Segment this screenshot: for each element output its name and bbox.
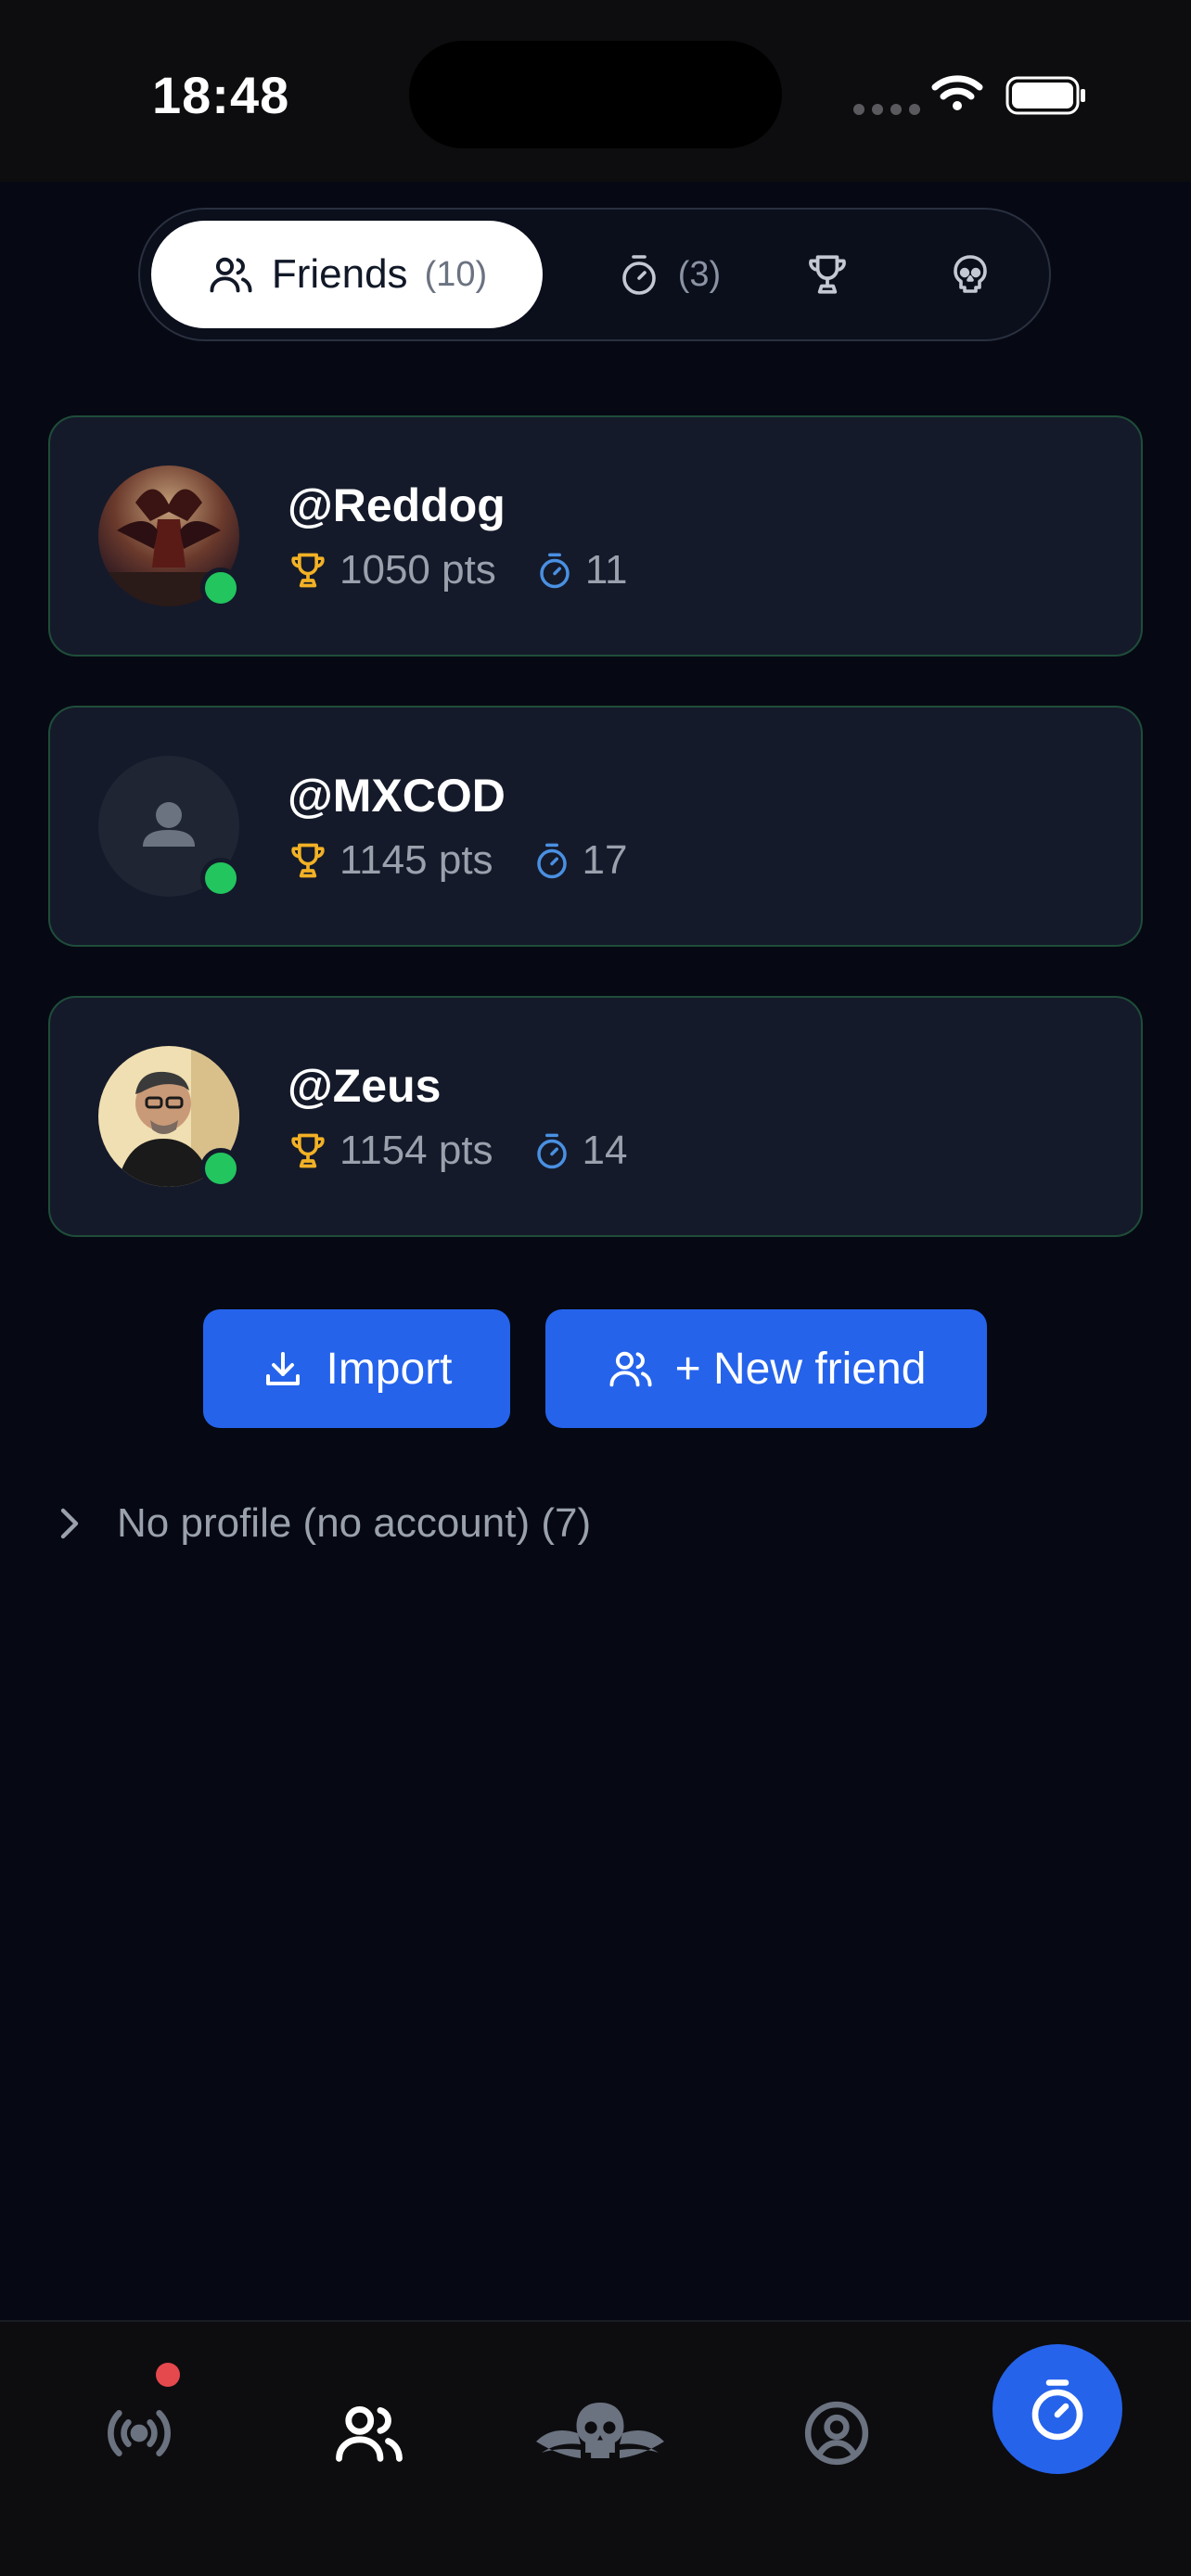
tab-profile[interactable]: [772, 2368, 902, 2498]
status-bar: 18:48: [0, 0, 1191, 182]
new-friend-button-label: + New friend: [674, 1344, 927, 1394]
online-status-dot: [200, 1148, 241, 1189]
tab-timers[interactable]: (3): [576, 221, 762, 328]
friend-username: @Reddog: [288, 479, 506, 531]
tab-friends-label: Friends: [271, 251, 408, 297]
segment-control: Friends (10) (3): [138, 208, 1051, 341]
notification-badge: [156, 2363, 180, 2387]
friend-points: 1154 pts: [339, 1128, 493, 1173]
import-button-label: Import: [326, 1344, 453, 1394]
friend-stats: 1154 pts 14: [288, 1128, 628, 1174]
online-status-dot: [200, 567, 241, 608]
chevron-right-icon: [60, 1508, 79, 1539]
skull-wings-icon: [536, 2403, 664, 2458]
skull-icon: [954, 255, 987, 293]
no-profile-toggle[interactable]: No profile (no account) (7): [56, 1500, 591, 1547]
friend-points: 1050 pts: [339, 547, 496, 593]
friend-card[interactable]: @MXCOD 1145 pts 17: [48, 706, 1143, 947]
import-button[interactable]: Import: [203, 1309, 510, 1428]
stopwatch-icon: [1031, 2379, 1083, 2441]
friends-icon: [336, 2405, 403, 2462]
download-icon: [266, 1352, 301, 1385]
tab-broadcast[interactable]: [74, 2368, 204, 2498]
friend-timer-count: 11: [584, 547, 628, 593]
tab-trophies[interactable]: [767, 221, 888, 328]
trophy-icon: [809, 255, 846, 294]
dynamic-island: [409, 41, 782, 148]
stopwatch-icon: [536, 1133, 567, 1169]
friends-icon: [609, 1351, 652, 1387]
tab-friends[interactable]: Friends (10): [151, 221, 543, 328]
battery-icon: [1005, 76, 1085, 115]
friend-username: @Zeus: [288, 1060, 442, 1112]
bottom-tab-bar: [0, 2320, 1191, 2576]
tab-skulls[interactable]: [910, 221, 1031, 328]
status-time: 18:48: [152, 66, 290, 124]
friend-username: @MXCOD: [288, 770, 506, 822]
wifi-icon: [931, 75, 983, 110]
start-timer-button[interactable]: [992, 2344, 1122, 2474]
tab-timers-count: (3): [677, 254, 722, 294]
stopwatch-icon: [540, 553, 570, 589]
friend-stats: 1050 pts 11: [288, 547, 628, 593]
tab-friends-count: (10): [424, 254, 488, 294]
cellular-signal-icon: [853, 104, 920, 115]
trophy-icon: [291, 1133, 325, 1168]
friend-stats: 1145 pts 17: [288, 837, 628, 884]
tab-skull-wings[interactable]: [531, 2368, 670, 2498]
stopwatch-icon: [536, 843, 567, 879]
stopwatch-icon: [621, 255, 656, 295]
no-profile-label: No profile (no account) (7): [117, 1500, 592, 1546]
main-content: Friends (10) (3) @Reddog 1050 pts 11 @MX…: [0, 182, 1191, 2320]
friend-card[interactable]: @Zeus 1154 pts 14: [48, 996, 1143, 1237]
tab-friends-nav[interactable]: [304, 2368, 434, 2498]
friend-card[interactable]: @Reddog 1050 pts 11: [48, 415, 1143, 657]
friend-timer-count: 14: [582, 1128, 628, 1173]
broadcast-icon: [108, 2410, 171, 2456]
trophy-icon: [291, 553, 325, 588]
friend-points: 1145 pts: [339, 837, 493, 883]
friends-icon: [210, 257, 252, 293]
profile-icon: [804, 2401, 869, 2466]
online-status-dot: [200, 858, 241, 899]
friend-timer-count: 17: [582, 837, 628, 883]
trophy-icon: [291, 843, 325, 878]
new-friend-button[interactable]: + New friend: [545, 1309, 987, 1428]
